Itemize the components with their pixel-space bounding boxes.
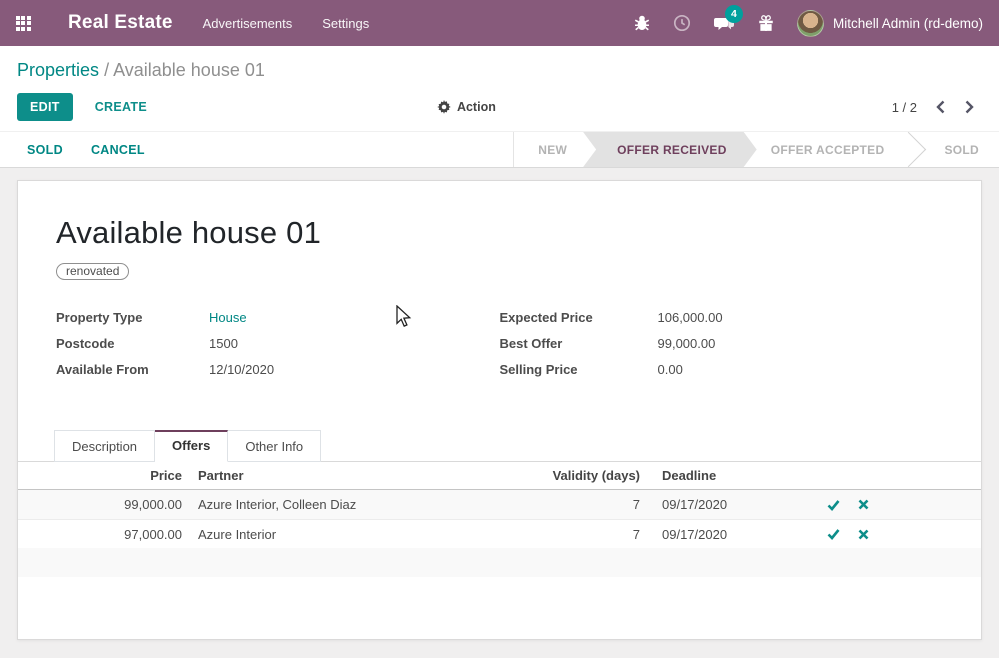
field-label-available-from: Available From bbox=[56, 362, 209, 377]
user-name: Mitchell Admin (rd-demo) bbox=[833, 16, 983, 31]
messages-icon[interactable]: 4 bbox=[713, 14, 735, 32]
tab-offers[interactable]: Offers bbox=[155, 430, 228, 462]
pager-value[interactable]: 1 / 2 bbox=[892, 100, 917, 115]
form-sheet: Available house 01 renovated Property Ty… bbox=[17, 180, 982, 640]
field-label-best-offer: Best Offer bbox=[500, 336, 658, 351]
offer-validity: 7 bbox=[538, 497, 648, 512]
content-area: Available house 01 renovated Property Ty… bbox=[0, 168, 999, 658]
column-header-deadline[interactable]: Deadline bbox=[648, 468, 818, 483]
breadcrumb-current: Available house 01 bbox=[113, 60, 265, 80]
breadcrumb: Properties / Available house 01 bbox=[0, 46, 999, 85]
field-label-property-type: Property Type bbox=[56, 310, 209, 325]
top-navbar: Real Estate Advertisements Settings 4 Mi… bbox=[0, 0, 999, 46]
pager: 1 / 2 bbox=[892, 100, 975, 115]
gift-icon[interactable] bbox=[757, 14, 775, 32]
tab-other-info[interactable]: Other Info bbox=[228, 430, 321, 462]
activities-clock-icon[interactable] bbox=[673, 14, 691, 32]
offer-partner: Azure Interior bbox=[188, 527, 538, 542]
field-value-postcode: 1500 bbox=[209, 336, 238, 351]
column-header-price[interactable]: Price bbox=[18, 468, 188, 483]
field-value-best-offer: 99,000.00 bbox=[658, 336, 716, 351]
stage-offer-accepted[interactable]: OFFER ACCEPTED bbox=[751, 132, 905, 167]
field-label-postcode: Postcode bbox=[56, 336, 209, 351]
apps-grid-icon bbox=[16, 16, 31, 31]
column-header-partner[interactable]: Partner bbox=[188, 468, 538, 483]
menu-advertisements[interactable]: Advertisements bbox=[203, 16, 293, 31]
empty-table-row bbox=[18, 548, 981, 577]
refuse-offer-x-icon[interactable] bbox=[848, 499, 878, 510]
column-header-validity[interactable]: Validity (days) bbox=[538, 468, 648, 483]
offer-price: 99,000.00 bbox=[18, 497, 188, 512]
field-value-selling-price: 0.00 bbox=[658, 362, 683, 377]
stage-pipeline: NEW OFFER RECEIVED OFFER ACCEPTED SOLD bbox=[513, 132, 999, 167]
sold-action-button[interactable]: SOLD bbox=[27, 143, 63, 157]
stage-separator-icon bbox=[904, 132, 924, 167]
cancel-action-button[interactable]: CANCEL bbox=[91, 143, 145, 157]
offers-table: Price Partner Validity (days) Deadline 9… bbox=[18, 462, 981, 577]
offer-validity: 7 bbox=[538, 527, 648, 542]
messages-count-badge: 4 bbox=[725, 5, 743, 23]
action-menu-button[interactable]: Action bbox=[437, 100, 496, 114]
control-panel: Properties / Available house 01 EDIT CRE… bbox=[0, 46, 999, 131]
breadcrumb-properties-link[interactable]: Properties bbox=[17, 60, 99, 80]
accept-offer-check-icon[interactable] bbox=[818, 499, 848, 511]
table-row[interactable]: 99,000.00 Azure Interior, Colleen Diaz 7… bbox=[18, 490, 981, 519]
stage-sold[interactable]: SOLD bbox=[924, 132, 999, 167]
offer-price: 97,000.00 bbox=[18, 527, 188, 542]
stage-offer-received[interactable]: OFFER RECEIVED bbox=[583, 132, 757, 167]
offer-deadline: 09/17/2020 bbox=[648, 527, 818, 542]
apps-menu-button[interactable] bbox=[0, 0, 46, 46]
field-value-property-type[interactable]: House bbox=[209, 310, 247, 325]
action-label: Action bbox=[457, 100, 496, 114]
breadcrumb-separator: / bbox=[104, 60, 113, 80]
form-statusbar: SOLD CANCEL NEW OFFER RECEIVED OFFER ACC… bbox=[0, 131, 999, 168]
create-button[interactable]: CREATE bbox=[95, 100, 147, 114]
field-value-available-from: 12/10/2020 bbox=[209, 362, 274, 377]
offer-partner: Azure Interior, Colleen Diaz bbox=[188, 497, 538, 512]
field-value-expected-price: 106,000.00 bbox=[658, 310, 723, 325]
user-menu[interactable]: Mitchell Admin (rd-demo) bbox=[797, 10, 983, 37]
offers-table-header: Price Partner Validity (days) Deadline bbox=[18, 462, 981, 490]
pager-previous-icon[interactable] bbox=[935, 100, 946, 114]
field-label-expected-price: Expected Price bbox=[500, 310, 658, 325]
field-label-selling-price: Selling Price bbox=[500, 362, 658, 377]
gear-icon bbox=[437, 100, 451, 114]
offer-deadline: 09/17/2020 bbox=[648, 497, 818, 512]
edit-button[interactable]: EDIT bbox=[17, 93, 73, 121]
notebook-tabs: Description Offers Other Info bbox=[18, 430, 981, 462]
tag-renovated[interactable]: renovated bbox=[56, 263, 129, 280]
pager-next-icon[interactable] bbox=[964, 100, 975, 114]
record-title: Available house 01 bbox=[56, 215, 943, 251]
menu-settings[interactable]: Settings bbox=[322, 16, 369, 31]
refuse-offer-x-icon[interactable] bbox=[848, 529, 878, 540]
tab-description[interactable]: Description bbox=[54, 430, 155, 462]
user-avatar bbox=[797, 10, 824, 37]
debug-bug-icon[interactable] bbox=[633, 14, 651, 32]
main-menu: Advertisements Settings bbox=[203, 16, 370, 31]
accept-offer-check-icon[interactable] bbox=[818, 528, 848, 540]
app-title[interactable]: Real Estate bbox=[68, 12, 173, 34]
table-row[interactable]: 97,000.00 Azure Interior 7 09/17/2020 bbox=[18, 519, 981, 548]
